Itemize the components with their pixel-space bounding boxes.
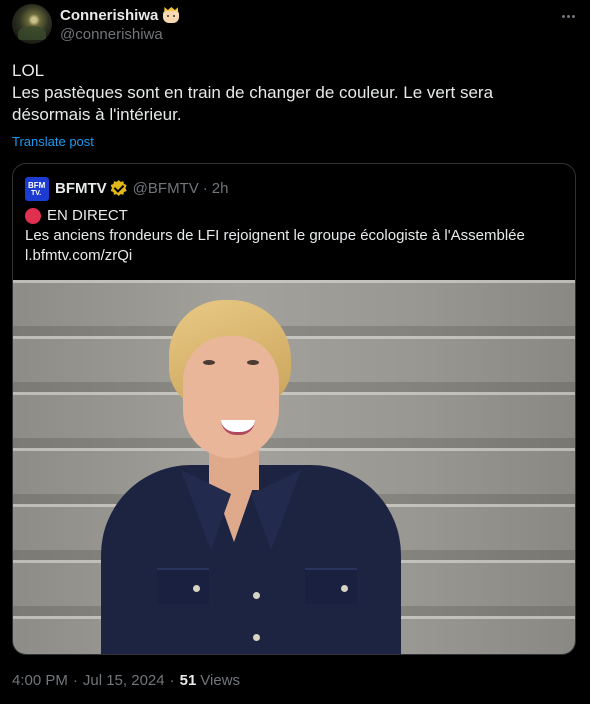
- views-count[interactable]: 51: [180, 672, 197, 689]
- tweet-line: Les pastèques sont en train de changer d…: [12, 83, 498, 124]
- views-label: Views: [200, 672, 241, 689]
- post-time[interactable]: 4:00 PM: [12, 672, 68, 689]
- quoted-text: EN DIRECT Les anciens frondeurs de LFI r…: [25, 206, 565, 266]
- quoted-post[interactable]: BFM TV. BFMTV @BFMTV · 2h EN DIRECT Les …: [12, 163, 576, 655]
- live-row: EN DIRECT: [25, 206, 565, 226]
- bfmtv-avatar[interactable]: BFM TV.: [25, 177, 49, 201]
- quoted-media-photo[interactable]: [13, 280, 575, 654]
- red-circle-icon: [25, 208, 41, 224]
- cook-emoji-icon: [162, 7, 180, 23]
- photo-subject: [101, 300, 401, 654]
- quoted-post-header: BFMTV @BFMTV · 2h: [55, 178, 228, 198]
- separator: ·: [169, 672, 175, 689]
- live-label: EN DIRECT: [47, 207, 128, 224]
- quoted-timestamp[interactable]: 2h: [212, 180, 229, 197]
- author-name-row: Connerishiwa: [60, 5, 180, 25]
- quoted-link[interactable]: l.bfmtv.com/zrQi: [25, 246, 565, 266]
- separator: ·: [72, 672, 78, 689]
- quoted-handle[interactable]: @BFMTV: [133, 180, 199, 197]
- quoted-headline: Les anciens frondeurs de LFI rejoignent …: [25, 227, 525, 244]
- verified-badge-icon[interactable]: [110, 180, 127, 196]
- tweet-text: LOL Les pastèques sont en train de chang…: [12, 60, 572, 126]
- author-avatar[interactable]: [12, 4, 52, 44]
- translate-post-link[interactable]: Translate post: [12, 134, 94, 149]
- avatar-text: TV.: [31, 190, 42, 197]
- avatar-text: BFM: [28, 181, 46, 190]
- more-options-icon[interactable]: [558, 6, 578, 26]
- tweet-line: LOL: [12, 61, 45, 80]
- post-date[interactable]: Jul 15, 2024: [83, 672, 165, 689]
- separator: ·: [202, 179, 208, 197]
- author-display-name[interactable]: Connerishiwa: [60, 7, 158, 24]
- author-handle[interactable]: @connerishiwa: [60, 26, 163, 43]
- post-meta: 4:00 PM · Jul 15, 2024 · 51 Views: [12, 672, 240, 689]
- quoted-display-name[interactable]: BFMTV: [55, 180, 107, 197]
- post: Connerishiwa @connerishiwa LOL Les pastè…: [0, 0, 590, 704]
